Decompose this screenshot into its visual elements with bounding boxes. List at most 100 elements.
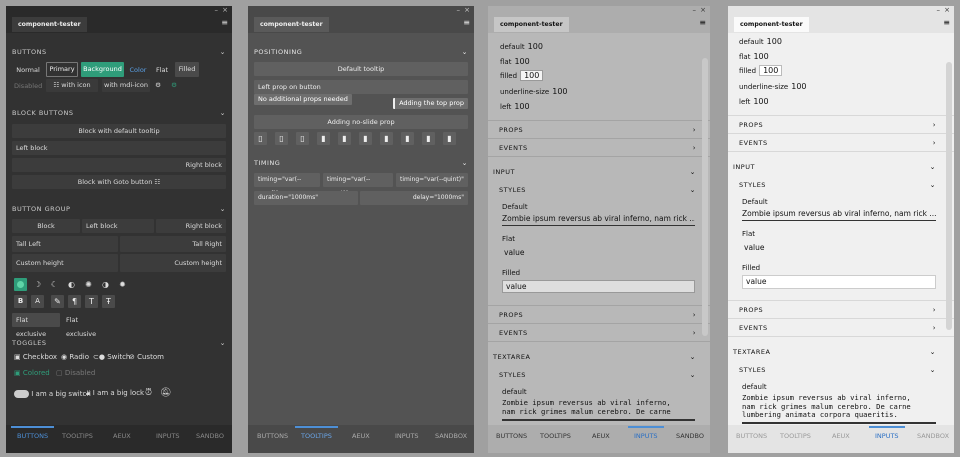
section-input[interactable]: INPUT ⌄ bbox=[493, 168, 696, 176]
battery-10-icon[interactable]: ▯ bbox=[275, 132, 288, 145]
filled-input[interactable]: value bbox=[502, 280, 695, 293]
section-styles[interactable]: STYLES ⌄ bbox=[499, 186, 696, 194]
group-left-block-button[interactable]: Left block bbox=[82, 219, 154, 233]
minimize-button[interactable]: – bbox=[693, 6, 697, 14]
textarea-input[interactable]: Zombie ipsum reversus ab viral inferno, … bbox=[502, 399, 695, 421]
type-icon[interactable]: T bbox=[85, 295, 98, 308]
tab-aeux[interactable]: AEUX bbox=[113, 432, 131, 440]
menu-icon[interactable]: ≡ bbox=[943, 18, 950, 27]
tab-inputs[interactable]: INPUTS bbox=[628, 426, 664, 440]
close-button[interactable]: × bbox=[464, 6, 470, 14]
battery-80-icon[interactable]: ▮ bbox=[422, 132, 435, 145]
background-button[interactable]: Background bbox=[81, 62, 124, 77]
tab-aeux[interactable]: AEUX bbox=[832, 432, 850, 440]
section-textarea[interactable]: TEXTAREA ⌄ bbox=[733, 348, 936, 356]
contrast-icon[interactable]: ◐ bbox=[65, 278, 78, 291]
close-button[interactable]: × bbox=[944, 6, 950, 14]
right-block-button[interactable]: Right block bbox=[12, 158, 226, 172]
battery-0-icon[interactable]: ▯ bbox=[254, 132, 267, 145]
section-props[interactable]: PROPS › bbox=[739, 121, 936, 129]
tab-inputs[interactable]: INPUTS bbox=[156, 432, 180, 440]
section-events-2[interactable]: EVENTS › bbox=[499, 329, 696, 337]
cog-icon[interactable]: ⚙ bbox=[152, 79, 164, 92]
default-input[interactable]: Zombie ipsum reversus ab viral inferno, … bbox=[502, 214, 695, 226]
default-tooltip-button[interactable]: Default tooltip bbox=[254, 62, 468, 76]
section-positioning[interactable]: POSITIONING ⌄ bbox=[254, 48, 468, 56]
left-prop-button[interactable]: Left prop on button bbox=[254, 80, 468, 94]
section-input[interactable]: INPUT ⌄ bbox=[733, 163, 936, 171]
normal-button[interactable]: Normal bbox=[14, 64, 42, 77]
tab-buttons[interactable]: BUTTONS bbox=[736, 432, 767, 440]
tab-aeux[interactable]: AEUX bbox=[592, 432, 610, 440]
block-default-tooltip-button[interactable]: Block with default tooltip bbox=[12, 124, 226, 138]
battery-50-icon[interactable]: ▮ bbox=[359, 132, 372, 145]
close-button[interactable]: × bbox=[222, 6, 228, 14]
bold-button[interactable]: B bbox=[14, 295, 27, 308]
tab-buttons[interactable]: BUTTONS bbox=[496, 432, 527, 440]
section-props-2[interactable]: PROPS › bbox=[499, 311, 696, 319]
section-events[interactable]: EVENTS › bbox=[499, 144, 696, 152]
checkbox[interactable]: ▣ Checkbox bbox=[14, 353, 57, 361]
tab-tooltips[interactable]: TOOLTIPS bbox=[540, 432, 571, 440]
battery-70-icon[interactable]: ▮ bbox=[401, 132, 414, 145]
section-toggles[interactable]: TOGGLES ⌄ bbox=[12, 339, 226, 347]
tab-tooltips[interactable]: TOOLTIPS bbox=[295, 426, 338, 440]
section-button-group[interactable]: BUTTON GROUP ⌄ bbox=[12, 205, 226, 213]
tab-tooltips[interactable]: TOOLTIPS bbox=[62, 432, 93, 440]
tab-sandbox[interactable]: SANDBOX bbox=[917, 432, 949, 440]
duration-button[interactable]: duration="1000ms" bbox=[254, 191, 358, 205]
panel-tab[interactable]: component-tester bbox=[734, 17, 809, 32]
primary-button[interactable]: Primary bbox=[46, 62, 78, 77]
tab-tooltips[interactable]: TOOLTIPS bbox=[780, 432, 811, 440]
group-block-button[interactable]: Block bbox=[12, 219, 80, 233]
color-button[interactable]: Color bbox=[127, 64, 149, 77]
battery-30-icon[interactable]: ▮ bbox=[317, 132, 330, 145]
timing-quint-button[interactable]: timing="var(--quint)" bbox=[396, 173, 468, 187]
moon-icon[interactable]: ☽ bbox=[31, 278, 44, 291]
colored-checkbox[interactable]: ▣ Colored bbox=[14, 369, 50, 377]
with-mdi-icon-button[interactable]: with mdi-icon bbox=[102, 79, 150, 92]
big-switch[interactable]: I am a big switch bbox=[14, 390, 91, 398]
tab-inputs[interactable]: INPUTS bbox=[395, 432, 419, 440]
section-props-2[interactable]: PROPS › bbox=[739, 306, 936, 314]
custom-height-right-button[interactable]: Custom height bbox=[120, 254, 226, 272]
tab-aeux[interactable]: AEUX bbox=[352, 432, 370, 440]
section-props[interactable]: PROPS › bbox=[499, 126, 696, 134]
menu-icon[interactable]: ≡ bbox=[463, 18, 470, 27]
flat-exclusive-option[interactable]: Flat exclusive bbox=[62, 313, 110, 338]
section-events[interactable]: EVENTS › bbox=[739, 139, 936, 147]
default-input[interactable]: Zombie ipsum reversus ab viral inferno, … bbox=[742, 209, 936, 221]
circle-icon[interactable] bbox=[14, 278, 27, 291]
filled-input[interactable]: value bbox=[742, 275, 936, 289]
textarea-input[interactable]: Zombie ipsum reversus ab viral inferno, … bbox=[742, 394, 936, 424]
with-icon-button[interactable]: ☷ with icon bbox=[46, 79, 98, 92]
font-button[interactable]: A bbox=[31, 295, 44, 308]
minimize-button[interactable]: – bbox=[457, 6, 461, 14]
section-textarea-styles[interactable]: STYLES ⌄ bbox=[499, 371, 696, 379]
menu-icon[interactable]: ≡ bbox=[221, 18, 228, 27]
scrollbar[interactable] bbox=[702, 58, 708, 336]
battery-20-icon[interactable]: ▯ bbox=[296, 132, 309, 145]
battery-full-icon[interactable]: ▮ bbox=[443, 132, 456, 145]
panel-tab[interactable]: component-tester bbox=[12, 17, 87, 32]
left-block-button[interactable]: Left block bbox=[12, 141, 226, 155]
flat-input[interactable]: value bbox=[744, 243, 765, 252]
section-textarea[interactable]: TEXTAREA ⌄ bbox=[493, 353, 696, 361]
battery-60-icon[interactable]: ▮ bbox=[380, 132, 393, 145]
section-block-buttons[interactable]: BLOCK BUTTONS ⌄ bbox=[12, 109, 226, 117]
custom-toggle[interactable]: ⊘ Custom bbox=[129, 353, 164, 361]
tab-sandbox[interactable]: SANDBO bbox=[196, 432, 224, 440]
big-lock[interactable]: 🔓︎ I am a big lock bbox=[86, 389, 144, 398]
bell-off-icon[interactable]: 🔕︎ bbox=[160, 388, 171, 398]
paragraph-icon[interactable]: ¶ bbox=[68, 295, 81, 308]
delay-button[interactable]: delay="1000ms" bbox=[360, 191, 468, 205]
tab-buttons[interactable]: BUTTONS bbox=[257, 432, 288, 440]
panel-tab[interactable]: component-tester bbox=[494, 17, 569, 32]
half-circle-icon[interactable]: ◑ bbox=[99, 278, 112, 291]
flat-button[interactable]: Flat bbox=[153, 64, 171, 77]
section-textarea-styles[interactable]: STYLES ⌄ bbox=[739, 366, 936, 374]
minimize-button[interactable]: – bbox=[937, 6, 941, 14]
custom-height-left-button[interactable]: Custom height bbox=[12, 254, 118, 272]
timing-quart-button[interactable]: timing="var(--quart)" bbox=[323, 173, 393, 197]
flat-input[interactable]: value bbox=[504, 248, 525, 257]
